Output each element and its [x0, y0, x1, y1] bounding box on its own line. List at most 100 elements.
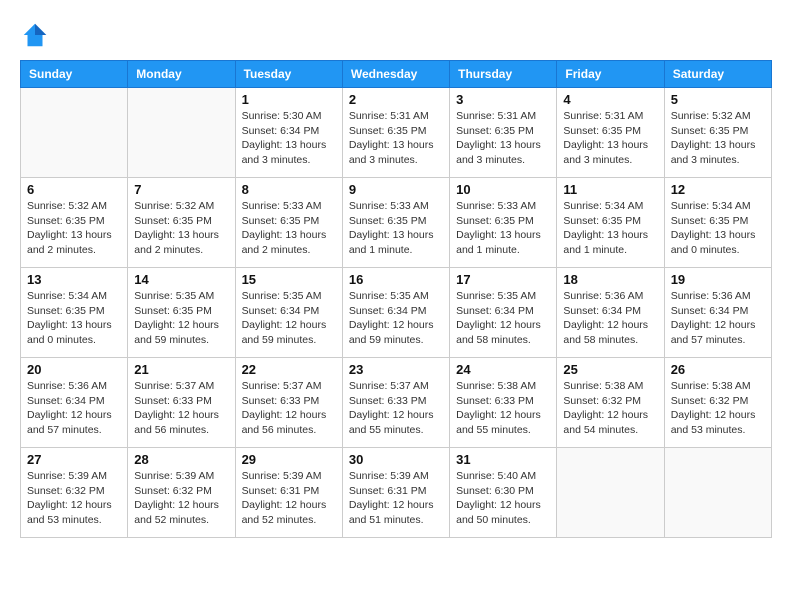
- calendar-cell: 29 Sunrise: 5:39 AM Sunset: 6:31 PM Dayli…: [235, 448, 342, 538]
- logo-icon: [20, 20, 50, 50]
- calendar-cell: 1 Sunrise: 5:30 AM Sunset: 6:34 PM Daylig…: [235, 88, 342, 178]
- day-number: 31: [456, 452, 550, 467]
- day-of-week-header: Friday: [557, 61, 664, 88]
- calendar-cell: 27Sunrise: 5:39 AM Sunset: 6:32 PM Dayli…: [21, 448, 128, 538]
- day-number: 27: [27, 452, 121, 467]
- calendar-cell: 11 Sunrise: 5:34 AM Sunset: 6:35 PM Dayli…: [557, 178, 664, 268]
- calendar-week-row: 13 Sunrise: 5:34 AM Sunset: 6:35 PM Dayli…: [21, 268, 772, 358]
- calendar-cell: 20Sunrise: 5:36 AM Sunset: 6:34 PM Dayli…: [21, 358, 128, 448]
- calendar-cell: 24 Sunrise: 5:38 AM Sunset: 6:33 PM Dayli…: [450, 358, 557, 448]
- day-info: Sunrise: 5:37 AM Sunset: 6:33 PM Dayligh…: [242, 379, 336, 438]
- day-info: Sunrise: 5:38 AM Sunset: 6:32 PM Dayligh…: [563, 379, 657, 438]
- day-number: 29: [242, 452, 336, 467]
- day-info: Sunrise: 5:34 AM Sunset: 6:35 PM Dayligh…: [563, 199, 657, 258]
- day-info: Sunrise: 5:39 AM Sunset: 6:31 PM Dayligh…: [242, 469, 336, 528]
- day-info: Sunrise: 5:34 AM Sunset: 6:35 PM Dayligh…: [27, 289, 121, 348]
- day-info: Sunrise: 5:35 AM Sunset: 6:35 PM Dayligh…: [134, 289, 228, 348]
- day-number: 30: [349, 452, 443, 467]
- day-info: Sunrise: 5:31 AM Sunset: 6:35 PM Dayligh…: [349, 109, 443, 168]
- calendar-cell: 4 Sunrise: 5:31 AM Sunset: 6:35 PM Daylig…: [557, 88, 664, 178]
- day-number: 17: [456, 272, 550, 287]
- day-info: Sunrise: 5:36 AM Sunset: 6:34 PM Dayligh…: [563, 289, 657, 348]
- day-of-week-header: Saturday: [664, 61, 771, 88]
- day-info: Sunrise: 5:30 AM Sunset: 6:34 PM Dayligh…: [242, 109, 336, 168]
- day-info: Sunrise: 5:38 AM Sunset: 6:32 PM Dayligh…: [671, 379, 765, 438]
- calendar-cell: [128, 88, 235, 178]
- calendar-week-row: 27 Sunrise: 5:39 AM Sunset: 6:32 PM Dayli…: [21, 448, 772, 538]
- calendar-cell: 30 Sunrise: 5:39 AM Sunset: 6:31 PM Dayli…: [342, 448, 449, 538]
- day-info: Sunrise: 5:33 AM Sunset: 6:35 PM Dayligh…: [242, 199, 336, 258]
- calendar-cell: 17Sunrise: 5:35 AM Sunset: 6:34 PM Dayli…: [450, 268, 557, 358]
- calendar-cell: 5 Sunrise: 5:32 AM Sunset: 6:35 PM Daylig…: [664, 88, 771, 178]
- calendar-header-row: SundayMondayTuesdayWednesdayThursdayFrid…: [21, 61, 772, 88]
- day-info: Sunrise: 5:39 AM Sunset: 6:31 PM Dayligh…: [349, 469, 443, 528]
- day-info: Sunrise: 5:31 AM Sunset: 6:35 PM Dayligh…: [563, 109, 657, 168]
- day-info: Sunrise: 5:31 AM Sunset: 6:35 PM Dayligh…: [456, 109, 550, 168]
- calendar-cell: 23Sunrise: 5:37 AM Sunset: 6:33 PM Dayli…: [342, 358, 449, 448]
- day-number: 14: [134, 272, 228, 287]
- day-info: Sunrise: 5:37 AM Sunset: 6:33 PM Dayligh…: [134, 379, 228, 438]
- calendar-week-row: 20Sunrise: 5:36 AM Sunset: 6:34 PM Dayli…: [21, 358, 772, 448]
- calendar-cell: 26 Sunrise: 5:38 AM Sunset: 6:32 PM Dayli…: [664, 358, 771, 448]
- day-number: 26: [671, 362, 765, 377]
- day-number: 13: [27, 272, 121, 287]
- calendar-cell: [557, 448, 664, 538]
- day-number: 18: [563, 272, 657, 287]
- calendar-cell: 21 Sunrise: 5:37 AM Sunset: 6:33 PM Dayli…: [128, 358, 235, 448]
- day-number: 16: [349, 272, 443, 287]
- day-info: Sunrise: 5:32 AM Sunset: 6:35 PM Dayligh…: [671, 109, 765, 168]
- day-number: 25: [563, 362, 657, 377]
- day-number: 10: [456, 182, 550, 197]
- calendar-cell: 10 Sunrise: 5:33 AM Sunset: 6:35 PM Dayli…: [450, 178, 557, 268]
- day-info: Sunrise: 5:34 AM Sunset: 6:35 PM Dayligh…: [671, 199, 765, 258]
- calendar-week-row: 6 Sunrise: 5:32 AM Sunset: 6:35 PM Daylig…: [21, 178, 772, 268]
- calendar-cell: 18 Sunrise: 5:36 AM Sunset: 6:34 PM Dayli…: [557, 268, 664, 358]
- logo: [20, 20, 54, 50]
- calendar-cell: 2 Sunrise: 5:31 AM Sunset: 6:35 PM Daylig…: [342, 88, 449, 178]
- calendar-cell: 16 Sunrise: 5:35 AM Sunset: 6:34 PM Dayli…: [342, 268, 449, 358]
- calendar-table: SundayMondayTuesdayWednesdayThursdayFrid…: [20, 60, 772, 538]
- calendar-cell: 7Sunrise: 5:32 AM Sunset: 6:35 PM Daylig…: [128, 178, 235, 268]
- day-number: 19: [671, 272, 765, 287]
- day-number: 4: [563, 92, 657, 107]
- calendar-cell: 8Sunrise: 5:33 AM Sunset: 6:35 PM Daylig…: [235, 178, 342, 268]
- calendar-cell: 6 Sunrise: 5:32 AM Sunset: 6:35 PM Daylig…: [21, 178, 128, 268]
- day-number: 22: [242, 362, 336, 377]
- day-number: 1: [242, 92, 336, 107]
- day-info: Sunrise: 5:33 AM Sunset: 6:35 PM Dayligh…: [456, 199, 550, 258]
- day-info: Sunrise: 5:32 AM Sunset: 6:35 PM Dayligh…: [27, 199, 121, 258]
- day-number: 23: [349, 362, 443, 377]
- day-info: Sunrise: 5:38 AM Sunset: 6:33 PM Dayligh…: [456, 379, 550, 438]
- day-number: 6: [27, 182, 121, 197]
- calendar-week-row: 1 Sunrise: 5:30 AM Sunset: 6:34 PM Daylig…: [21, 88, 772, 178]
- calendar-cell: 13 Sunrise: 5:34 AM Sunset: 6:35 PM Dayli…: [21, 268, 128, 358]
- calendar-cell: [664, 448, 771, 538]
- calendar-cell: 15Sunrise: 5:35 AM Sunset: 6:34 PM Dayli…: [235, 268, 342, 358]
- day-info: Sunrise: 5:36 AM Sunset: 6:34 PM Dayligh…: [671, 289, 765, 348]
- day-info: Sunrise: 5:39 AM Sunset: 6:32 PM Dayligh…: [134, 469, 228, 528]
- day-number: 20: [27, 362, 121, 377]
- day-info: Sunrise: 5:35 AM Sunset: 6:34 PM Dayligh…: [242, 289, 336, 348]
- day-number: 7: [134, 182, 228, 197]
- day-of-week-header: Wednesday: [342, 61, 449, 88]
- day-number: 2: [349, 92, 443, 107]
- day-info: Sunrise: 5:40 AM Sunset: 6:30 PM Dayligh…: [456, 469, 550, 528]
- day-number: 11: [563, 182, 657, 197]
- day-number: 21: [134, 362, 228, 377]
- calendar-cell: 9 Sunrise: 5:33 AM Sunset: 6:35 PM Daylig…: [342, 178, 449, 268]
- calendar-cell: 12 Sunrise: 5:34 AM Sunset: 6:35 PM Dayli…: [664, 178, 771, 268]
- day-info: Sunrise: 5:35 AM Sunset: 6:34 PM Dayligh…: [349, 289, 443, 348]
- day-number: 12: [671, 182, 765, 197]
- day-number: 9: [349, 182, 443, 197]
- calendar-cell: 25 Sunrise: 5:38 AM Sunset: 6:32 PM Dayli…: [557, 358, 664, 448]
- day-number: 28: [134, 452, 228, 467]
- day-number: 5: [671, 92, 765, 107]
- day-number: 24: [456, 362, 550, 377]
- day-of-week-header: Thursday: [450, 61, 557, 88]
- day-of-week-header: Monday: [128, 61, 235, 88]
- calendar-cell: [21, 88, 128, 178]
- day-info: Sunrise: 5:33 AM Sunset: 6:35 PM Dayligh…: [349, 199, 443, 258]
- calendar-cell: 22 Sunrise: 5:37 AM Sunset: 6:33 PM Dayli…: [235, 358, 342, 448]
- calendar-cell: 28 Sunrise: 5:39 AM Sunset: 6:32 PM Dayli…: [128, 448, 235, 538]
- day-number: 3: [456, 92, 550, 107]
